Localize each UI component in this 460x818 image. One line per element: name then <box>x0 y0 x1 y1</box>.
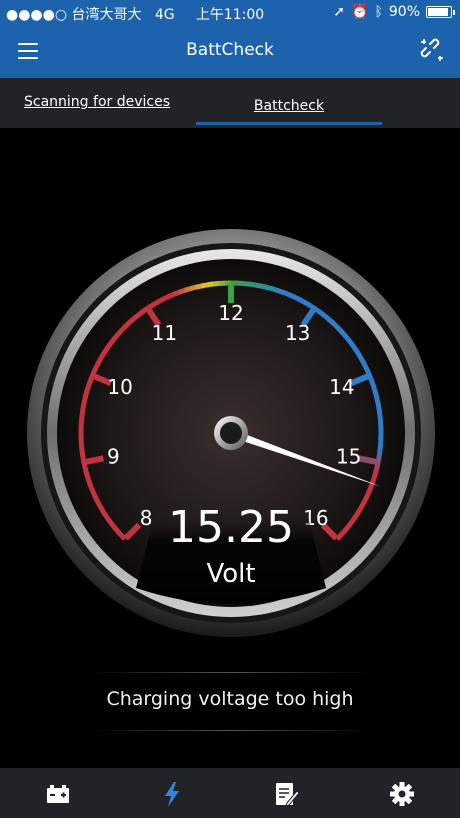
tab-scanning[interactable]: Scanning for devices <box>24 94 170 110</box>
voltage-unit: Volt <box>206 559 255 589</box>
message-divider-bottom <box>90 730 370 731</box>
active-tab-indicator <box>196 122 382 125</box>
tick-label-12: 12 <box>218 301 243 325</box>
bluetooth-icon: ᛒ <box>374 4 383 20</box>
tick-label-10: 10 <box>107 375 132 399</box>
gauge-hub-center <box>220 422 242 444</box>
lightning-icon[interactable] <box>158 780 186 808</box>
app-bar: BattCheck <box>0 26 460 78</box>
message-divider-top <box>90 672 370 673</box>
tick-label-14: 14 <box>329 375 354 399</box>
tick-label-15: 15 <box>336 444 361 468</box>
status-message: Charging voltage too high <box>106 688 354 710</box>
broken-link-icon[interactable] <box>420 38 444 62</box>
battery-percent: 90% <box>388 4 420 20</box>
battery-icon <box>426 6 455 18</box>
app-title: BattCheck <box>186 40 274 60</box>
settings-gear-icon[interactable] <box>388 780 416 808</box>
tab-bar: Scanning for devices Battcheck <box>0 78 460 128</box>
gauge-tick-9 <box>84 455 105 466</box>
battery-icon[interactable] <box>44 780 72 808</box>
alarm-icon: ⏰ <box>351 4 369 20</box>
battery-level <box>428 8 448 16</box>
notes-edit-icon[interactable] <box>273 780 301 808</box>
tick-label-13: 13 <box>285 321 310 345</box>
tick-label-9: 9 <box>107 444 120 468</box>
status-right: ➚ ⏰ ᛒ 90% <box>333 4 455 20</box>
voltage-value: 15.25 <box>168 502 294 553</box>
location-icon: ➚ <box>333 4 346 20</box>
bottom-nav <box>0 768 460 818</box>
tick-label-8: 8 <box>140 506 153 530</box>
status-bar: ●●●●○ 台湾大哥大 4G 上午11:00 ➚ ⏰ ᛒ 90% <box>0 0 460 26</box>
voltage-gauge: 8 9 10 11 12 13 14 15 16 15.25 Volt <box>27 229 435 637</box>
tick-label-11: 11 <box>152 321 177 345</box>
